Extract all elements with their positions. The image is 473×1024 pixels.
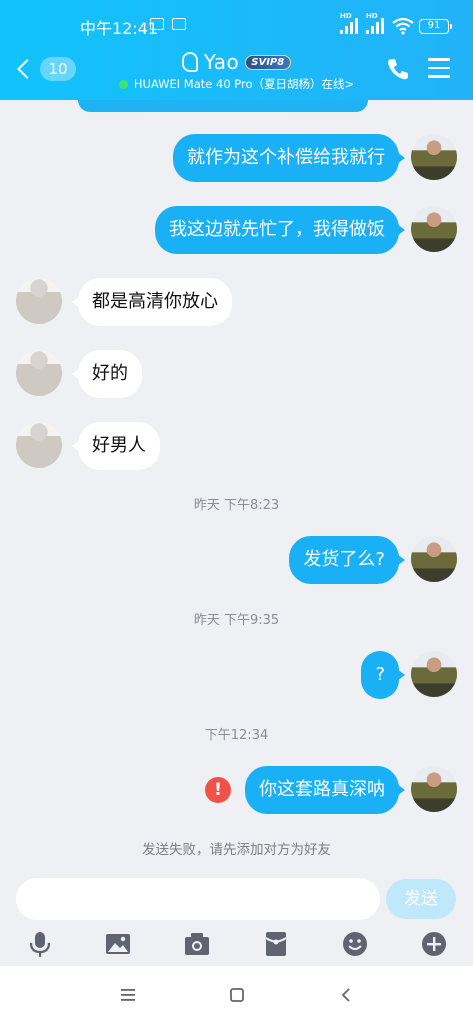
signal-icon	[366, 18, 388, 34]
device-status-text: HUAWEI Mate 40 Pro（夏日胡杨）在线>	[133, 77, 355, 91]
message-bubble[interactable]: 就作为这个补偿给我就行	[173, 134, 405, 182]
chat-header: 中午12:41 HD HD 91 10 Yao SVIP8 HUAWEI Mat…	[0, 0, 473, 100]
message-outgoing: 我这边就先忙了，我得做饭	[155, 206, 457, 254]
message-bubble[interactable]: 好男人	[72, 422, 160, 470]
system-nav-bar	[0, 966, 473, 1024]
menu-icon[interactable]	[428, 58, 450, 80]
microphone-icon[interactable]	[26, 930, 54, 958]
timestamp: 下午12:34	[204, 728, 269, 743]
message-bubble[interactable]: 我这边就先忙了，我得做饭	[155, 206, 405, 254]
avatar[interactable]	[411, 134, 457, 180]
battery-indicator: 91	[419, 19, 452, 34]
chat-area[interactable]: 就作为这个补偿给我就行 我这边就先忙了，我得做饭 都是高清你放心 好的 好男人 …	[0, 100, 473, 870]
message-bubble[interactable]: 发货了么?	[289, 536, 405, 584]
emoji-icon[interactable]	[341, 930, 369, 958]
timestamp: 昨天 下午9:35	[193, 613, 280, 628]
online-status-icon	[118, 79, 128, 89]
avatar[interactable]	[16, 350, 62, 396]
message-outgoing: ! 你这套路真深呐	[205, 766, 457, 814]
message-input[interactable]	[16, 878, 380, 920]
message-bubble[interactable]: 你这套路真深呐	[245, 766, 405, 814]
message-bubble[interactable]: 好的	[72, 350, 142, 398]
image-icon[interactable]	[104, 930, 132, 958]
notification-icon	[172, 18, 186, 30]
message-incoming: 好的	[16, 350, 142, 398]
red-packet-icon[interactable]	[262, 930, 290, 958]
ear-icon	[181, 52, 198, 72]
send-failed-notice: 发送失败，请先添加对方为好友	[142, 842, 331, 858]
message-incoming: 好男人	[16, 422, 160, 470]
message-bubble[interactable]: 都是高清你放心	[72, 278, 232, 326]
status-bar: 中午12:41 HD HD 91	[0, 12, 473, 42]
menu-nav-icon[interactable]	[118, 986, 138, 1004]
message-incoming: 都是高清你放心	[16, 278, 232, 326]
signal-icon	[340, 18, 362, 34]
contact-name: Yao	[203, 50, 240, 74]
input-toolbar	[0, 924, 473, 964]
svip-badge: SVIP8	[245, 54, 292, 70]
send-failed-icon[interactable]: !	[205, 777, 231, 803]
avatar[interactable]	[16, 422, 62, 468]
avatar[interactable]	[411, 766, 457, 812]
camera-icon[interactable]	[183, 930, 211, 958]
notification-icon	[150, 18, 164, 30]
avatar[interactable]	[411, 651, 457, 697]
send-button[interactable]: 发送	[386, 879, 456, 919]
message-outgoing: ?	[361, 651, 457, 699]
phone-icon[interactable]	[385, 56, 411, 82]
avatar[interactable]	[411, 536, 457, 582]
home-nav-icon[interactable]	[227, 986, 247, 1004]
message-bubble-partial	[78, 100, 368, 112]
wifi-icon	[392, 17, 414, 35]
timestamp: 昨天 下午8:23	[193, 498, 280, 513]
avatar[interactable]	[411, 206, 457, 252]
plus-icon[interactable]	[420, 930, 448, 958]
message-outgoing: 就作为这个补偿给我就行	[173, 134, 457, 182]
message-outgoing: 发货了么?	[289, 536, 457, 584]
avatar[interactable]	[16, 278, 62, 324]
message-bubble[interactable]: ?	[361, 651, 405, 699]
back-nav-icon[interactable]	[337, 986, 357, 1004]
status-time: 中午12:41	[80, 19, 159, 38]
